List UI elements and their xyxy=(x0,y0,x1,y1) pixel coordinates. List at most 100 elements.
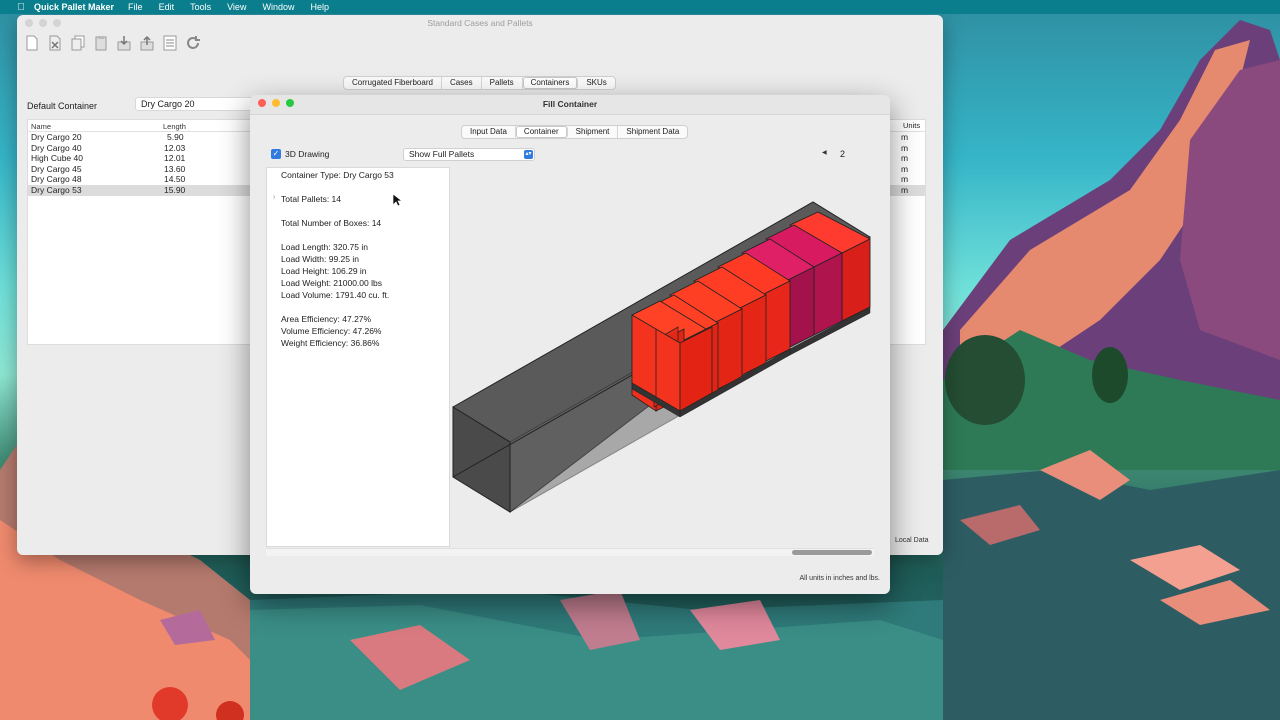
apple-menu-icon[interactable]:  xyxy=(12,2,30,13)
table-row-selected[interactable]: Dry Cargo 53 15.90 xyxy=(28,184,266,196)
status-local-data: Local Data xyxy=(895,537,929,544)
container-3d-drawing xyxy=(452,201,871,513)
row-name: Dry Cargo 53 xyxy=(31,184,82,195)
display-mode-popup[interactable]: Show Full Pallets ▴▾ xyxy=(403,148,535,161)
tab-container[interactable]: Container xyxy=(515,126,568,138)
menu-help[interactable]: Help xyxy=(310,2,329,12)
table-row[interactable]: High Cube 40 12.01 xyxy=(28,153,266,164)
clipboard-icon[interactable] xyxy=(92,33,110,53)
total-boxes: Total Number of Boxes: 14 xyxy=(281,218,382,228)
load-width: Load Width: 99.25 in xyxy=(281,254,359,264)
menu-window[interactable]: Window xyxy=(262,2,294,12)
display-mode-value: Show Full Pallets xyxy=(409,149,475,159)
units-note: All units in inches and lbs. xyxy=(799,575,880,582)
scrollbar-thumb[interactable] xyxy=(792,550,872,555)
column-header-units[interactable]: Units xyxy=(890,120,925,132)
3d-drawing-checkbox[interactable]: ✓ xyxy=(271,149,281,159)
delete-document-icon[interactable] xyxy=(46,33,64,53)
row-name: Dry Cargo 45 xyxy=(31,163,82,174)
row-name: Dry Cargo 48 xyxy=(31,174,82,185)
window-controls xyxy=(258,99,294,107)
column-header-length[interactable]: Length xyxy=(163,122,186,131)
units-cell: m xyxy=(901,142,909,153)
total-pallets[interactable]: Total Pallets: 14 xyxy=(281,194,341,204)
drawing-checkbox-row[interactable]: ✓ 3D Drawing xyxy=(271,149,329,159)
mouse-pointer-icon xyxy=(392,193,402,207)
tab-cases[interactable]: Cases xyxy=(442,77,482,89)
new-document-icon[interactable] xyxy=(23,33,41,53)
3d-drawing-label: 3D Drawing xyxy=(285,149,330,159)
duplicate-icon[interactable] xyxy=(69,33,87,53)
menu-tools[interactable]: Tools xyxy=(190,2,211,12)
minimize-button[interactable] xyxy=(39,19,47,27)
table-row[interactable]: Dry Cargo 45 13.60 xyxy=(28,164,266,175)
load-info-panel: Container Type: Dry Cargo 53 › Total Pal… xyxy=(266,167,450,547)
minimize-button[interactable] xyxy=(272,99,280,107)
weight-efficiency: Weight Efficiency: 36.86% xyxy=(281,338,380,348)
fill-container-window: Fill Container Input Data Container Ship… xyxy=(250,95,890,594)
refresh-icon[interactable] xyxy=(184,33,202,53)
tab-corrugated-fiberboard[interactable]: Corrugated Fiberboard xyxy=(344,77,442,89)
menu-view[interactable]: View xyxy=(227,2,246,12)
close-button[interactable] xyxy=(25,19,33,27)
units-cell: m xyxy=(901,153,909,164)
table-row[interactable]: Dry Cargo 48 14.50 xyxy=(28,174,266,185)
menu-file[interactable]: File xyxy=(128,2,143,12)
table-row[interactable]: Dry Cargo 40 12.03 xyxy=(28,143,266,154)
row-length: 12.03 xyxy=(164,142,186,153)
menu-app-name[interactable]: Quick Pallet Maker xyxy=(34,2,114,12)
table-header: Name Length xyxy=(28,120,266,132)
units-cell: m xyxy=(901,163,909,174)
zoom-button[interactable] xyxy=(53,19,61,27)
page-number: 2 xyxy=(840,149,846,159)
tab-shipment-data[interactable]: Shipment Data xyxy=(618,126,687,138)
default-container-label: Default Container xyxy=(27,101,98,111)
tab-shipment[interactable]: Shipment xyxy=(568,126,619,138)
back-toolbar xyxy=(23,33,202,53)
container-3d-view[interactable] xyxy=(450,167,874,547)
row-length: 13.60 xyxy=(164,163,186,174)
back-window-titlebar: Standard Cases and Pallets xyxy=(17,15,943,33)
units-column: Units m m m m m m xyxy=(890,119,926,345)
row-length: 12.01 xyxy=(164,153,186,164)
tab-skus[interactable]: SKUs xyxy=(578,77,614,89)
previous-page-icon[interactable]: ◀ xyxy=(822,149,827,156)
containers-table: Name Length Dry Cargo 20 5.90 Dry Cargo … xyxy=(27,119,267,345)
window-title: Fill Container xyxy=(542,99,598,109)
tab-containers[interactable]: Containers xyxy=(522,77,579,89)
import-icon[interactable] xyxy=(115,33,133,53)
row-name: Dry Cargo 40 xyxy=(31,142,82,153)
back-window-controls xyxy=(25,19,61,27)
column-header-name[interactable]: Name xyxy=(31,122,51,131)
back-window-title: Standard Cases and Pallets xyxy=(427,18,533,28)
units-cell: m xyxy=(901,132,909,142)
tab-input-data[interactable]: Input Data xyxy=(462,126,516,138)
row-name: High Cube 40 xyxy=(31,153,83,164)
load-height: Load Height: 106.29 in xyxy=(281,266,367,276)
disclosure-triangle-icon[interactable]: › xyxy=(273,194,275,201)
volume-efficiency: Volume Efficiency: 47.26% xyxy=(281,326,382,336)
container-type: Container Type: Dry Cargo 53 xyxy=(281,170,394,180)
load-volume: Load Volume: 1791.40 cu. ft. xyxy=(281,290,390,300)
row-name: Dry Cargo 20 xyxy=(31,132,82,142)
back-tab-bar: Corrugated Fiberboard Cases Pallets Cont… xyxy=(343,76,616,90)
default-container-select[interactable]: Dry Cargo 20 xyxy=(135,97,255,111)
fill-tab-bar: Input Data Container Shipment Shipment D… xyxy=(461,125,689,139)
close-button[interactable] xyxy=(258,99,266,107)
zoom-button[interactable] xyxy=(286,99,294,107)
table-row[interactable]: Dry Cargo 20 5.90 xyxy=(28,132,266,143)
tab-pallets[interactable]: Pallets xyxy=(482,77,523,89)
menu-bar:  Quick Pallet Maker File Edit Tools Vie… xyxy=(0,0,1280,14)
area-efficiency: Area Efficiency: 47.27% xyxy=(281,314,372,324)
horizontal-scrollbar[interactable] xyxy=(266,548,874,556)
units-cell: m xyxy=(901,174,909,185)
units-cell: m xyxy=(890,184,925,196)
row-length: 14.50 xyxy=(164,174,186,185)
fill-container-titlebar: Fill Container xyxy=(250,95,890,115)
row-length: 15.90 xyxy=(164,184,186,195)
export-icon[interactable] xyxy=(138,33,156,53)
menu-edit[interactable]: Edit xyxy=(159,2,175,12)
list-icon[interactable] xyxy=(161,33,179,53)
load-length: Load Length: 320.75 in xyxy=(281,242,368,252)
row-length: 5.90 xyxy=(167,132,184,142)
